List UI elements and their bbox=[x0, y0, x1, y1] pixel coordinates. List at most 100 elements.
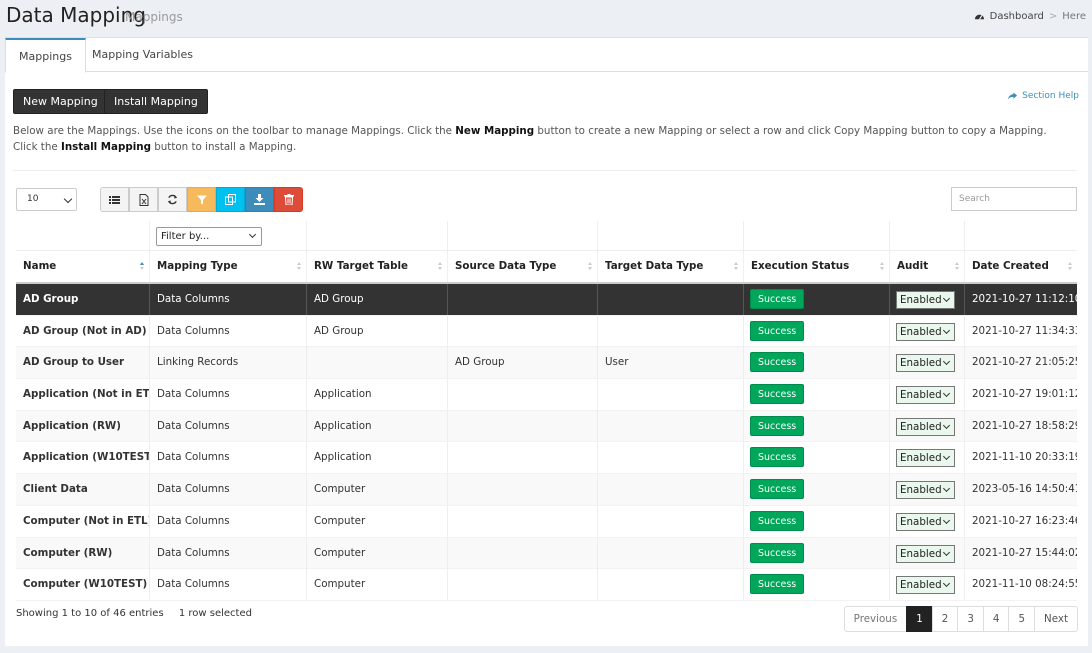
cell-execution-status: Success bbox=[743, 569, 889, 601]
cell-name: Application (RW) bbox=[23, 419, 121, 432]
download-button[interactable] bbox=[245, 187, 274, 212]
status-badge: Success bbox=[750, 447, 805, 468]
table-row[interactable]: Computer (RW) Data Columns Computer Success… bbox=[16, 537, 1077, 570]
audit-select[interactable]: Enabled bbox=[896, 576, 955, 595]
table-row[interactable]: Client Data Data Columns Computer Success En… bbox=[16, 474, 1077, 506]
pagination-page-5[interactable]: 5 bbox=[1008, 606, 1035, 632]
table-row[interactable]: Application (RW) Data Columns Application S… bbox=[16, 410, 1077, 443]
table-row[interactable]: Application (W10TEST) Data Columns Applica… bbox=[16, 442, 1077, 475]
pagination-page-3[interactable]: 3 bbox=[957, 606, 984, 632]
cell-audit: Enabled bbox=[889, 442, 964, 474]
header-label: Audit bbox=[897, 260, 929, 272]
cell-mapping-type: Data Columns bbox=[149, 410, 306, 442]
refresh-icon bbox=[167, 194, 178, 205]
cell-rw-target-table: Computer bbox=[306, 505, 447, 537]
cell-target-data-type bbox=[597, 284, 743, 315]
intro-bold-install: Install Mapping bbox=[60, 141, 151, 153]
audit-select[interactable]: Enabled bbox=[896, 322, 955, 341]
audit-select[interactable]: Enabled bbox=[896, 449, 955, 468]
pagination-page-2[interactable]: 2 bbox=[931, 606, 959, 632]
audit-select[interactable]: Enabled bbox=[896, 544, 955, 563]
cell-mapping-type: Data Columns bbox=[149, 442, 306, 474]
tab-mappings[interactable]: Mappings bbox=[5, 38, 86, 73]
column-divider bbox=[447, 221, 448, 251]
cell-mapping-type: Data Columns bbox=[149, 569, 306, 601]
table-row[interactable]: Computer (Not in ETL) Data Columns Compute… bbox=[16, 505, 1077, 538]
cell-source-data-type bbox=[447, 379, 597, 411]
table-row[interactable]: AD Group Data Columns AD Group Success Enabl… bbox=[16, 284, 1077, 316]
breadcrumb-current: Here bbox=[1062, 11, 1086, 22]
cell-date-created: 2021-10-27 15:44:02 bbox=[964, 537, 1077, 569]
pagination-next[interactable]: Next bbox=[1034, 606, 1078, 632]
pagination-page-1[interactable]: 1 bbox=[906, 606, 933, 632]
section-help-link[interactable]: Section Help bbox=[1007, 91, 1079, 101]
status-badge: Success bbox=[750, 510, 805, 531]
audit-select[interactable]: Enabled bbox=[896, 417, 955, 436]
filter-button[interactable] bbox=[187, 187, 216, 212]
cell-execution-status: Success bbox=[743, 537, 889, 569]
cell-target-data-type bbox=[597, 474, 743, 506]
header-col-rw-target-table[interactable]: RW Target Table bbox=[306, 251, 447, 282]
page-length-select[interactable]: 10 bbox=[16, 188, 77, 211]
filter-by-label: Filter by... bbox=[161, 231, 210, 242]
chevron-down-icon bbox=[942, 358, 951, 366]
list-view-button[interactable] bbox=[100, 187, 129, 212]
audit-value: Enabled bbox=[900, 484, 942, 497]
filter-row: Filter by... bbox=[16, 221, 1077, 251]
audit-value: Enabled bbox=[900, 579, 942, 592]
refresh-button[interactable] bbox=[158, 187, 187, 212]
audit-select[interactable]: Enabled bbox=[896, 386, 955, 405]
audit-select[interactable]: Enabled bbox=[896, 291, 955, 309]
header-col-audit[interactable]: Audit bbox=[889, 251, 964, 282]
header-col-date-created[interactable]: Date Created bbox=[964, 251, 1077, 282]
breadcrumb-dashboard-link[interactable]: Dashboard bbox=[990, 11, 1044, 22]
header-col-source-data-type[interactable]: Source Data Type bbox=[447, 251, 597, 282]
cell-name: Client Data bbox=[23, 483, 88, 496]
header-label: Date Created bbox=[972, 260, 1049, 272]
cell-execution-status: Success bbox=[743, 315, 889, 347]
table-toolbar bbox=[100, 187, 303, 212]
new-mapping-button[interactable]: New Mapping bbox=[13, 89, 108, 114]
excel-export-button[interactable] bbox=[129, 187, 158, 212]
section-help-label: Section Help bbox=[1022, 91, 1079, 101]
copy-icon bbox=[225, 194, 236, 205]
copy-mapping-button[interactable] bbox=[216, 187, 245, 212]
delete-button[interactable] bbox=[274, 187, 303, 212]
tab-mapping-variables[interactable]: Mapping Variables bbox=[79, 38, 206, 72]
intro-part-1: Below are the Mappings. Use the icons on… bbox=[13, 125, 456, 137]
selection-info: 1 row selected bbox=[178, 608, 252, 619]
header-col-name[interactable]: Name bbox=[16, 251, 149, 282]
audit-select[interactable]: Enabled bbox=[896, 481, 955, 500]
cell-date-created: 2021-10-27 11:34:33 bbox=[964, 315, 1077, 347]
pagination: Previous 1 2 3 4 5 Next bbox=[843, 606, 1078, 632]
table-row[interactable]: Application (Not in ETL) Data Columns Appl… bbox=[16, 379, 1077, 411]
cell-audit: Enabled bbox=[889, 569, 964, 601]
search-input[interactable]: Search bbox=[951, 187, 1077, 211]
pagination-previous[interactable]: Previous bbox=[843, 606, 908, 632]
list-icon bbox=[109, 195, 120, 204]
audit-value: Enabled bbox=[900, 294, 942, 306]
table-row[interactable]: AD Group (Not in AD) Data Columns AD Group… bbox=[16, 315, 1077, 348]
entries-info: Showing 1 to 10 of 46 entries bbox=[16, 608, 164, 619]
filter-by-select[interactable]: Filter by... bbox=[156, 227, 262, 246]
audit-select[interactable]: Enabled bbox=[896, 354, 955, 373]
cell-rw-target-table bbox=[306, 347, 447, 379]
header-label: Source Data Type bbox=[455, 260, 557, 272]
cell-name: Computer (RW) bbox=[23, 546, 113, 559]
table-row[interactable]: Computer (W10TEST) Data Columns Computer Su… bbox=[16, 569, 1077, 601]
cell-rw-target-table: Computer bbox=[306, 569, 447, 601]
install-mapping-button[interactable]: Install Mapping bbox=[104, 89, 208, 114]
table-row[interactable]: AD Group to User Linking Records AD Group U… bbox=[16, 347, 1077, 380]
header-col-target-data-type[interactable]: Target Data Type bbox=[597, 251, 743, 282]
header-col-execution-status[interactable]: Execution Status bbox=[743, 251, 889, 282]
header-col-mapping-type[interactable]: Mapping Type bbox=[149, 251, 306, 282]
audit-select[interactable]: Enabled bbox=[896, 512, 955, 531]
pagination-page-4[interactable]: 4 bbox=[982, 606, 1010, 632]
cell-mapping-type: Data Columns bbox=[149, 315, 306, 347]
audit-value: Enabled bbox=[900, 389, 942, 402]
cell-mapping-type: Data Columns bbox=[149, 379, 306, 411]
cell-date-created: 2021-10-27 21:05:25 bbox=[964, 347, 1077, 379]
cell-target-data-type bbox=[597, 442, 743, 474]
status-badge: Success bbox=[750, 289, 805, 309]
column-divider bbox=[306, 221, 307, 251]
